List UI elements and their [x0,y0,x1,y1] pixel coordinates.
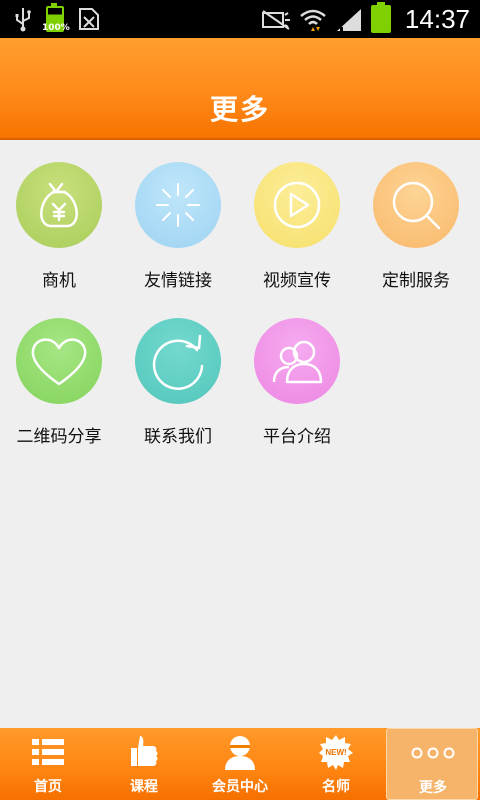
grid-item-label: 平台介绍 [263,427,331,447]
new-badge-text: NEW! [325,748,346,757]
tab-more[interactable]: 更多 [386,728,478,800]
list-icon [32,739,64,765]
grid-item-label: 二维码分享 [16,427,102,447]
page-title: 更多 [209,93,270,126]
grid-item-qr-share[interactable]: 二维码分享 [0,318,118,468]
search-icon [373,162,459,248]
signal-icon [336,9,361,31]
more-dots-icon [411,747,455,759]
tab-label: 首页 [34,779,62,795]
refresh-icon [135,318,221,404]
grid-item-custom-service[interactable]: 定制服务 [357,162,475,312]
battery-icon [370,2,391,33]
users-icon [254,318,340,404]
tab-courses[interactable]: 课程 [96,728,192,800]
mute-icon [261,10,290,30]
tab-label: 课程 [130,779,158,795]
tab-label: 名师 [322,779,350,795]
thumbs-up-icon [131,736,158,766]
grid-item-video[interactable]: 视频宣传 [238,162,356,312]
grid-item-contact[interactable]: 联系我们 [119,318,237,468]
loading-spinner-icon [135,162,221,248]
grid-item-platform-intro[interactable]: 平台介绍 [238,318,356,468]
usb-icon [15,8,31,32]
tab-label: 会员中心 [212,779,268,795]
battery-percent: 100% [42,23,70,33]
wifi-icon [300,9,326,31]
grid-item-label: 定制服务 [382,271,450,291]
battery-icon: 100% [42,3,70,33]
person-icon [225,736,255,770]
clock: 14:37 [404,3,470,34]
heart-icon [16,318,102,404]
grid-item-label: 视频宣传 [263,271,331,291]
sim-icon [79,8,99,30]
money-bag-icon [16,162,102,248]
tab-member-center[interactable]: 会员中心 [192,728,288,800]
bottom-tab-bar: 首页 课程 会员中心 NEW! 名师 更多 [0,728,480,800]
grid-item-label: 商机 [42,271,76,291]
grid-item-business[interactable]: 商机 [0,162,118,312]
tab-label: 更多 [419,780,447,796]
tab-home[interactable]: 首页 [0,728,96,800]
play-icon [254,162,340,248]
grid-item-friend-links[interactable]: 友情链接 [119,162,237,312]
tab-famous-teachers[interactable]: NEW! 名师 [288,728,384,800]
grid-item-label: 友情链接 [144,271,212,291]
status-bar: 100% 14:37 [0,0,480,38]
grid-item-label: 联系我们 [144,427,212,447]
page-header: 更多 [0,38,480,140]
new-badge-icon: NEW! [319,735,353,770]
